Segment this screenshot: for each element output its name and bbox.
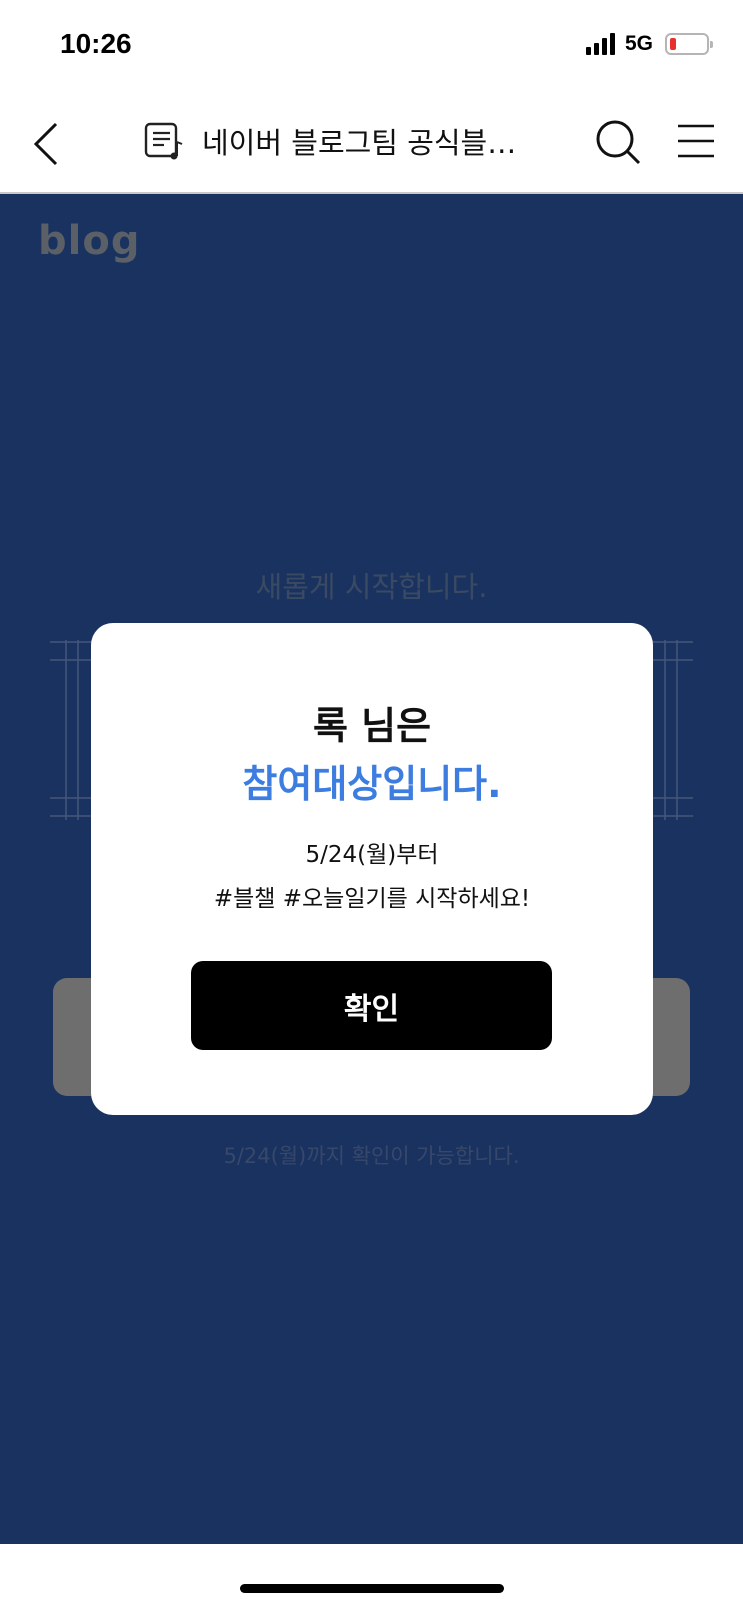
blog-doc-icon xyxy=(144,122,183,160)
status-indicators: 5G xyxy=(585,32,713,56)
battery-icon xyxy=(665,33,713,55)
search-button[interactable] xyxy=(594,118,642,166)
signal-icon xyxy=(585,33,615,55)
page-title: 네이버 블로그팀 공식블… xyxy=(202,126,517,160)
back-button[interactable] xyxy=(26,116,78,172)
deadline-note: 5/24(월)까지 확인이 가능합니다. xyxy=(223,1144,520,1168)
nav-bar: 네이버 블로그팀 공식블… xyxy=(0,96,743,194)
status-bar: 10:26 5G xyxy=(0,0,743,96)
modal-description-hashtags: #블챌 #오늘일기를 시작하세요! xyxy=(213,886,531,912)
hamburger-menu-icon xyxy=(678,124,714,158)
blog-logo: blog xyxy=(38,218,141,264)
modal-title-status: 참여대상입니다. xyxy=(242,762,502,806)
start-heading: 새롭게 시작합니다. xyxy=(255,570,488,604)
menu-button[interactable] xyxy=(676,122,716,162)
chevron-left-icon xyxy=(33,122,58,166)
home-indicator[interactable] xyxy=(240,1584,504,1593)
search-icon xyxy=(596,120,641,165)
confirm-button[interactable]: 확인 xyxy=(191,961,552,1050)
home-indicator-area xyxy=(0,1544,743,1608)
status-time: 10:26 xyxy=(60,28,132,59)
modal-description-date: 5/24(월)부터 xyxy=(305,842,439,868)
participation-modal: 록 님은 참여대상입니다. 5/24(월)부터 #블챌 #오늘일기를 시작하세요… xyxy=(91,623,653,1115)
network-label: 5G xyxy=(624,32,653,55)
modal-title-name: 록 님은 xyxy=(312,704,432,748)
nav-title-area: 네이버 블로그팀 공식블… xyxy=(144,120,532,162)
